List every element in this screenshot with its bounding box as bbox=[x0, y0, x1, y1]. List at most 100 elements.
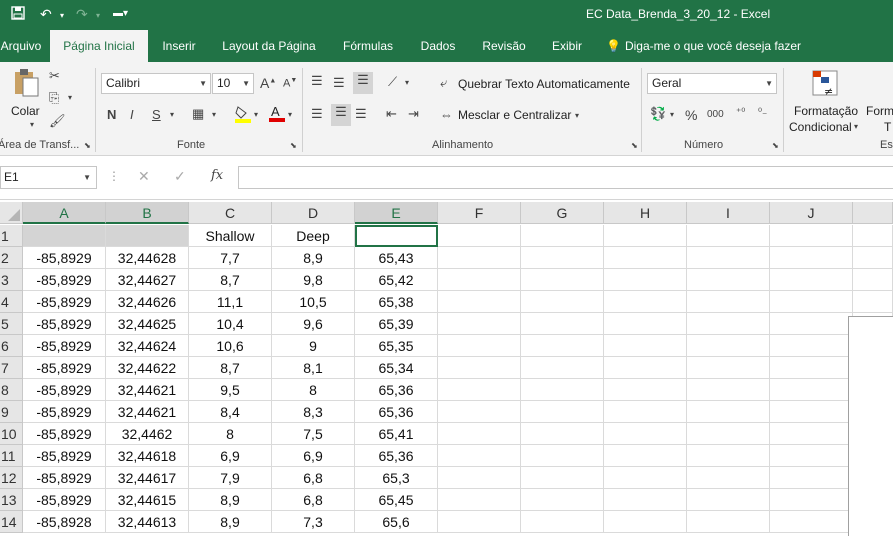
merge-center-button[interactable]: Mesclar e Centralizar bbox=[458, 108, 571, 122]
cell[interactable] bbox=[604, 423, 687, 445]
column-header-k[interactable] bbox=[853, 202, 893, 224]
cell[interactable]: 8,1 bbox=[272, 357, 355, 379]
tab-exibir[interactable]: Exibir bbox=[546, 30, 588, 62]
increase-decimal-icon[interactable]: ⁺⁰ bbox=[736, 107, 745, 118]
tab-pagina-inicial[interactable]: Página Inicial bbox=[50, 30, 148, 62]
cell[interactable]: 6,8 bbox=[272, 467, 355, 489]
cell[interactable] bbox=[521, 467, 604, 489]
cell[interactable] bbox=[770, 401, 853, 423]
borders-icon[interactable]: ▦ bbox=[192, 106, 204, 122]
conditional-formatting-label-2[interactable]: Condicional bbox=[789, 120, 852, 134]
percent-button[interactable]: % bbox=[685, 107, 697, 123]
wrap-text-icon[interactable]: ⤶ bbox=[440, 75, 447, 91]
column-header-a[interactable]: A bbox=[23, 202, 106, 224]
cell[interactable]: 11,1 bbox=[189, 291, 272, 313]
column-header-g[interactable]: G bbox=[521, 202, 604, 224]
cell[interactable]: 32,44617 bbox=[106, 467, 189, 489]
conditional-dropdown-icon[interactable]: ▾ bbox=[854, 122, 858, 131]
column-header-e[interactable]: E bbox=[355, 202, 438, 224]
cell[interactable] bbox=[604, 335, 687, 357]
cell[interactable]: -85,8929 bbox=[23, 423, 106, 445]
cell[interactable] bbox=[853, 291, 893, 313]
cell[interactable] bbox=[770, 225, 853, 247]
cell[interactable]: 7,9 bbox=[189, 467, 272, 489]
column-header-j[interactable]: J bbox=[770, 202, 853, 224]
decrease-font-icon[interactable]: A▼ bbox=[283, 77, 297, 90]
cell[interactable] bbox=[604, 247, 687, 269]
fill-color-icon[interactable] bbox=[234, 105, 252, 126]
cell[interactable]: 6,8 bbox=[272, 489, 355, 511]
cell[interactable] bbox=[687, 225, 770, 247]
cell[interactable] bbox=[687, 269, 770, 291]
format-as-table-label-1[interactable]: Form bbox=[866, 104, 893, 118]
formula-input[interactable] bbox=[238, 166, 893, 189]
format-painter-icon[interactable]: 🖌 bbox=[49, 113, 66, 129]
active-cell[interactable] bbox=[355, 225, 438, 247]
cell[interactable] bbox=[604, 379, 687, 401]
cell[interactable]: 8 bbox=[272, 379, 355, 401]
cell[interactable] bbox=[521, 269, 604, 291]
cell[interactable]: 9 bbox=[272, 335, 355, 357]
cell[interactable]: 10,5 bbox=[272, 291, 355, 313]
cell[interactable] bbox=[521, 335, 604, 357]
cell[interactable] bbox=[853, 225, 893, 247]
cell[interactable]: 32,44627 bbox=[106, 269, 189, 291]
cell[interactable] bbox=[687, 313, 770, 335]
cell[interactable]: 32,44628 bbox=[106, 247, 189, 269]
row-header[interactable]: 8 bbox=[0, 379, 23, 401]
orientation-dropdown-icon[interactable]: ▾ bbox=[405, 78, 409, 87]
cell[interactable] bbox=[604, 511, 687, 533]
font-color-icon[interactable]: A bbox=[268, 104, 286, 125]
font-color-dropdown-icon[interactable]: ▾ bbox=[288, 110, 292, 119]
cell[interactable] bbox=[521, 379, 604, 401]
cell[interactable] bbox=[687, 489, 770, 511]
cell[interactable] bbox=[521, 489, 604, 511]
cell[interactable]: 10,6 bbox=[189, 335, 272, 357]
cell[interactable]: 32,44625 bbox=[106, 313, 189, 335]
cell[interactable]: -85,8929 bbox=[23, 445, 106, 467]
row-header[interactable]: 5 bbox=[0, 313, 23, 335]
tab-inserir[interactable]: Inserir bbox=[156, 30, 202, 62]
cell[interactable]: -85,8929 bbox=[23, 291, 106, 313]
cell[interactable]: 7,5 bbox=[272, 423, 355, 445]
cell[interactable]: 32,44622 bbox=[106, 357, 189, 379]
cell[interactable]: 8,9 bbox=[189, 511, 272, 533]
align-middle-icon[interactable]: ☰ bbox=[333, 75, 345, 91]
paste-icon[interactable] bbox=[12, 68, 40, 98]
cell[interactable]: 65,42 bbox=[355, 269, 438, 291]
cell[interactable]: -85,8929 bbox=[23, 335, 106, 357]
cell[interactable] bbox=[438, 423, 521, 445]
cell[interactable] bbox=[521, 445, 604, 467]
cell[interactable]: 65,36 bbox=[355, 445, 438, 467]
bold-button[interactable]: N bbox=[107, 107, 116, 122]
cell[interactable] bbox=[438, 467, 521, 489]
cell[interactable] bbox=[770, 247, 853, 269]
cell[interactable]: -85,8929 bbox=[23, 401, 106, 423]
insert-function-button[interactable]: fx bbox=[211, 168, 223, 183]
cell[interactable]: 8 bbox=[189, 423, 272, 445]
paste-label[interactable]: Colar bbox=[11, 104, 40, 118]
font-launcher-icon[interactable]: ⬊ bbox=[290, 141, 297, 150]
row-header[interactable]: 6 bbox=[0, 335, 23, 357]
underline-dropdown-icon[interactable]: ▾ bbox=[170, 110, 174, 119]
cell[interactable]: 8,9 bbox=[189, 489, 272, 511]
cell[interactable] bbox=[438, 445, 521, 467]
row-header[interactable]: 10 bbox=[0, 423, 23, 445]
cell[interactable]: 65,34 bbox=[355, 357, 438, 379]
cell[interactable]: 32,44615 bbox=[106, 489, 189, 511]
cell[interactable] bbox=[604, 291, 687, 313]
column-header-c[interactable]: C bbox=[189, 202, 272, 224]
cell[interactable] bbox=[687, 445, 770, 467]
cell[interactable]: -85,8929 bbox=[23, 313, 106, 335]
number-format-combo[interactable]: Geral ▼ bbox=[647, 73, 777, 94]
cell[interactable] bbox=[604, 467, 687, 489]
cell[interactable] bbox=[604, 269, 687, 291]
cell[interactable]: 65,35 bbox=[355, 335, 438, 357]
cell[interactable]: 9,5 bbox=[189, 379, 272, 401]
cell[interactable] bbox=[687, 379, 770, 401]
cell[interactable]: 32,44624 bbox=[106, 335, 189, 357]
row-header[interactable]: 2 bbox=[0, 247, 23, 269]
select-all-corner[interactable] bbox=[0, 202, 23, 224]
orientation-icon[interactable]: ⟋ bbox=[388, 74, 397, 90]
borders-dropdown-icon[interactable]: ▾ bbox=[212, 110, 216, 119]
